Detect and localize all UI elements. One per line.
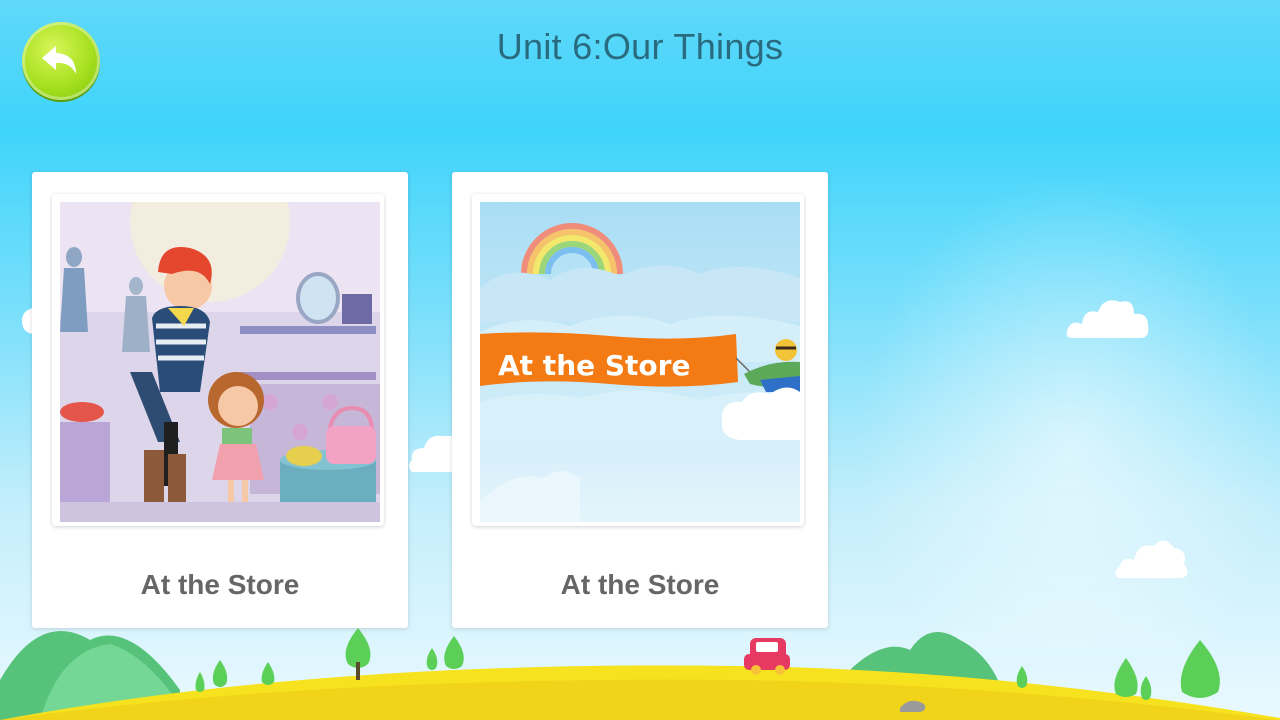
lesson-card-1[interactable]: At the Store	[32, 172, 408, 628]
cloud-decoration	[409, 435, 456, 472]
cloud-decoration	[1115, 540, 1188, 578]
lesson-thumbnail-frame	[52, 194, 384, 526]
lesson-thumbnail-frame: At the Store	[472, 194, 804, 526]
lesson-title: At the Store	[140, 569, 300, 600]
landscape-decoration	[0, 628, 1280, 720]
cloud-decoration	[1066, 300, 1149, 338]
sky-background	[840, 150, 1280, 650]
store-scene-illustration	[60, 202, 380, 522]
page-title: Unit 6:Our Things	[496, 26, 784, 67]
banner-text: At the Store	[498, 349, 690, 382]
car-decoration	[744, 638, 790, 675]
rainbow-banner-plane-illustration: At the Store	[480, 202, 800, 522]
lesson-title: At the Store	[560, 569, 720, 600]
lesson-card-2[interactable]: At the Store At the Store	[452, 172, 828, 628]
